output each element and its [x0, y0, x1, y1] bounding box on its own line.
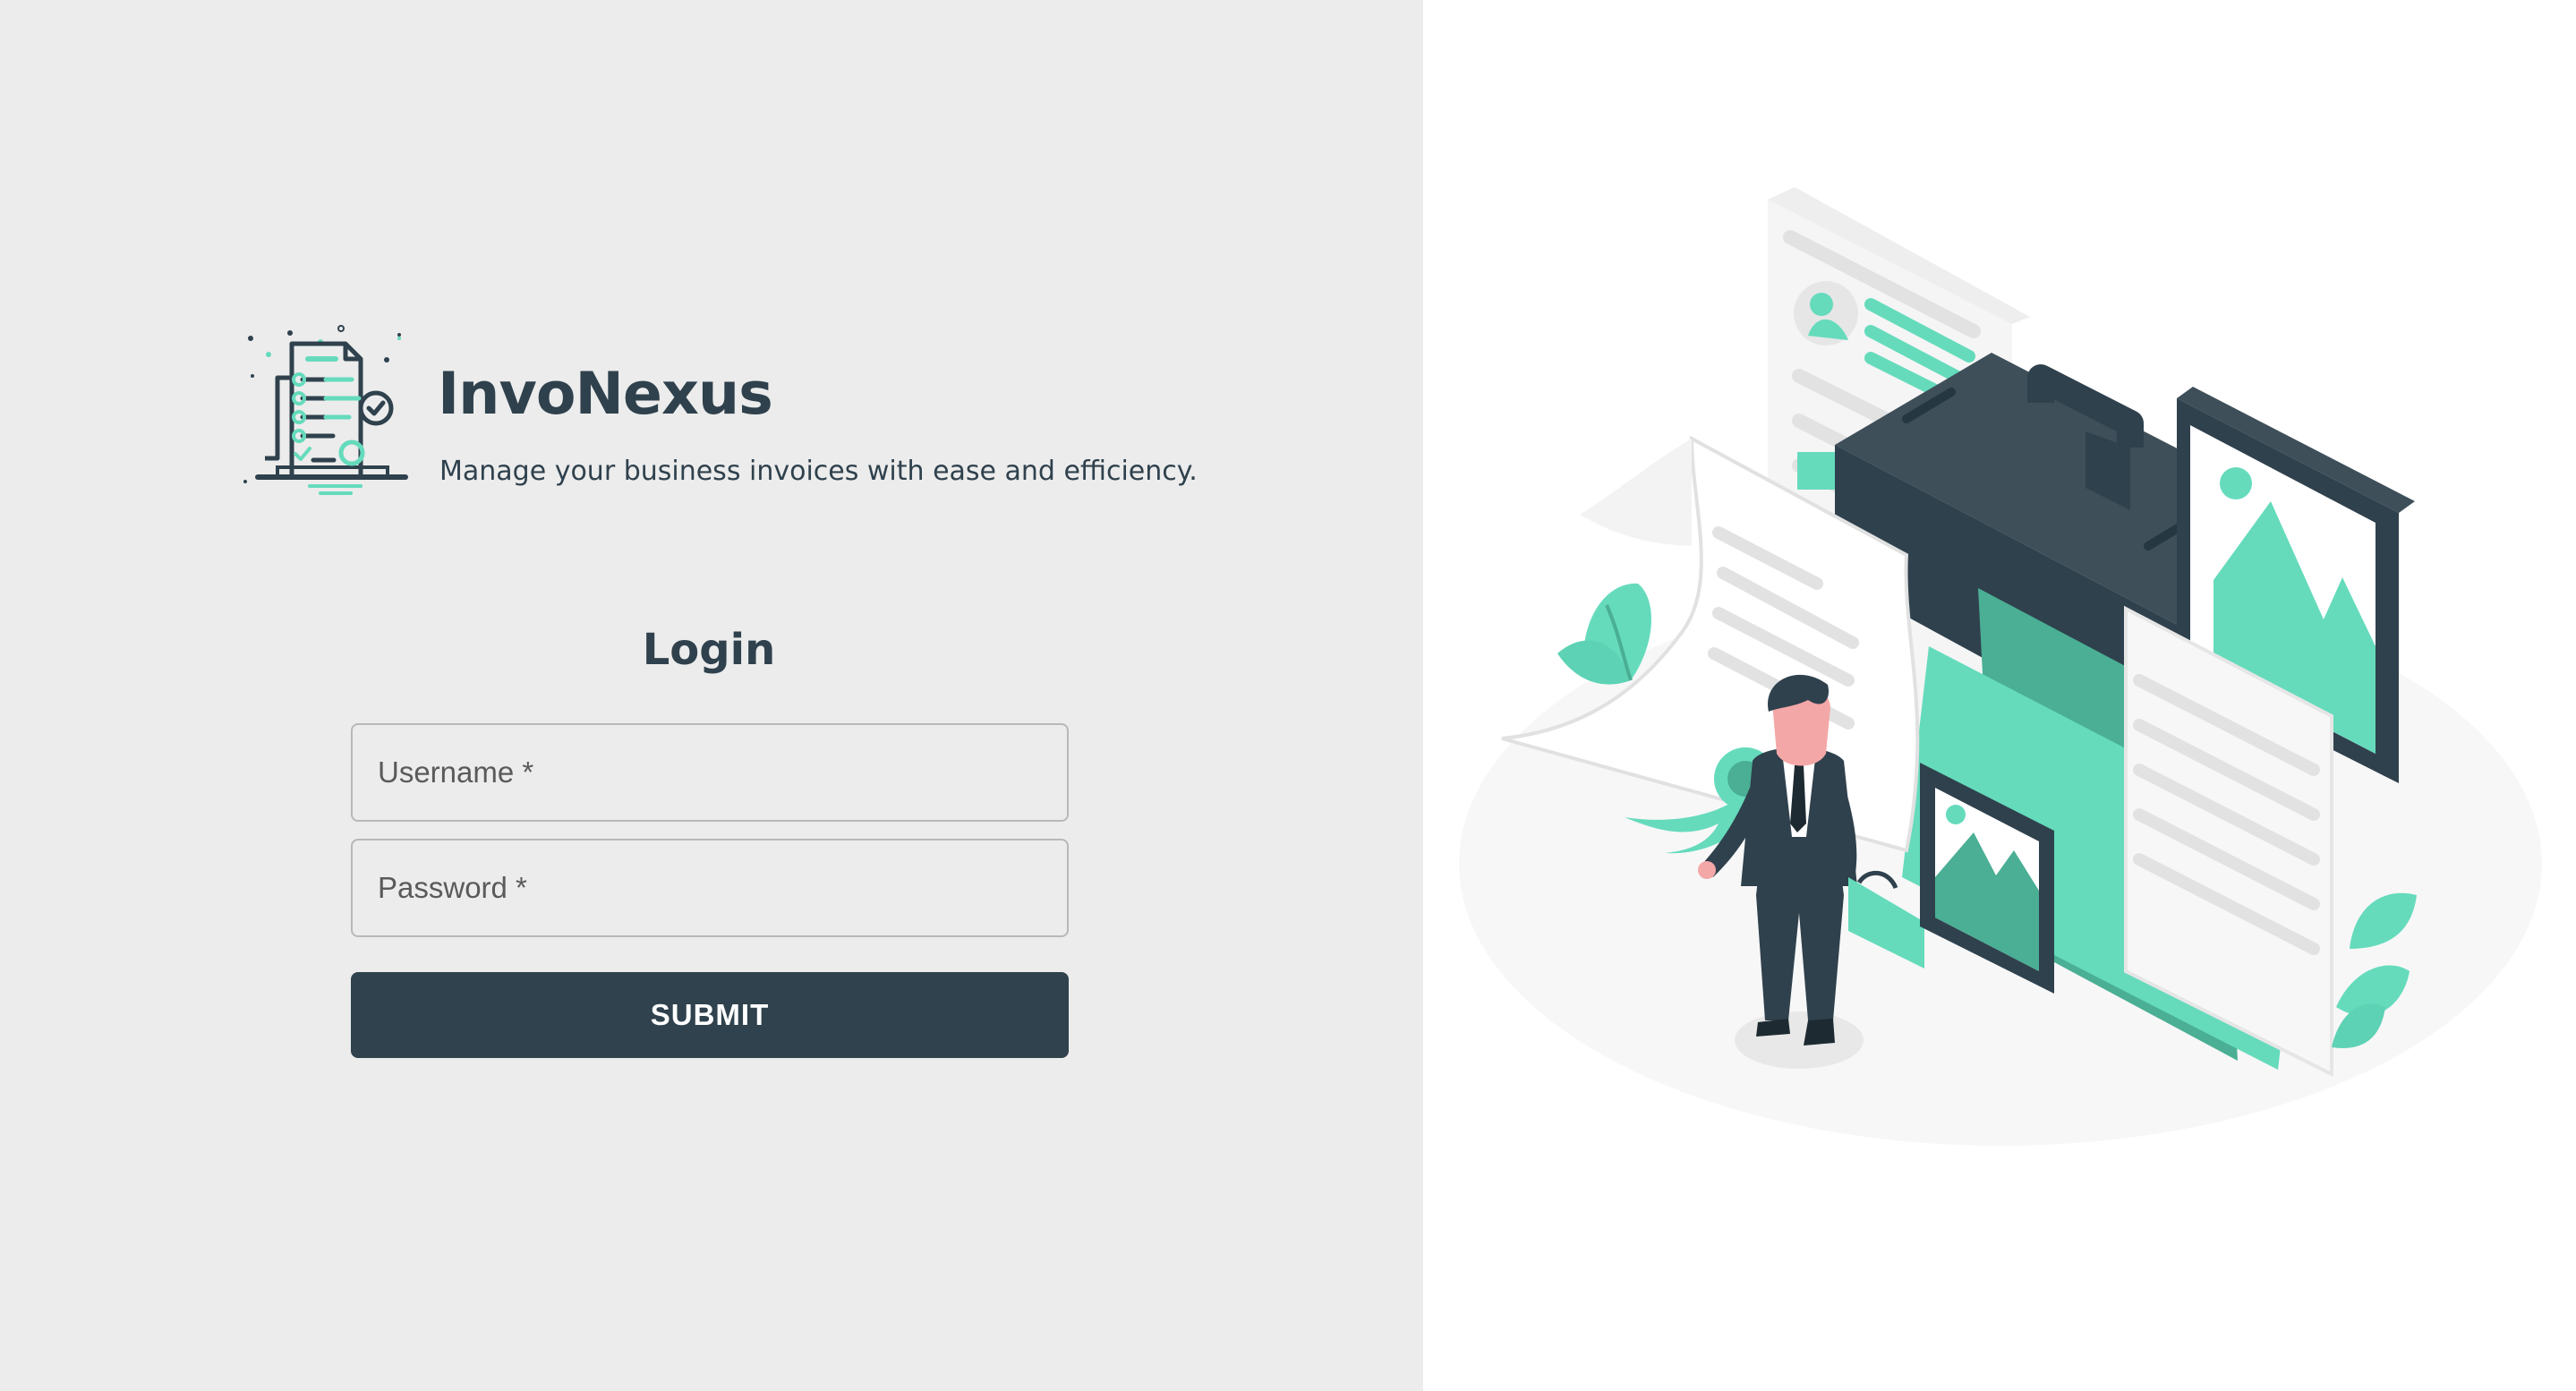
password-field: [351, 839, 1069, 937]
username-input[interactable]: [353, 725, 1067, 820]
invoice-logo-icon: [240, 324, 428, 508]
brand-header: InvoNexus Manage your business invoices …: [240, 324, 1224, 512]
illustration-panel: [1423, 0, 2576, 1391]
login-panel: InvoNexus Manage your business invoices …: [0, 0, 1423, 1391]
app-name: InvoNexus: [438, 361, 773, 428]
app-tagline: Manage your business invoices with ease …: [439, 456, 1198, 487]
business-document-illustration: [1459, 187, 2542, 1146]
login-title: Login: [642, 625, 776, 675]
password-input[interactable]: [353, 841, 1067, 935]
submit-button[interactable]: SUBMIT: [351, 972, 1069, 1058]
username-field: [351, 723, 1069, 822]
login-page: InvoNexus Manage your business invoices …: [0, 0, 2576, 1391]
